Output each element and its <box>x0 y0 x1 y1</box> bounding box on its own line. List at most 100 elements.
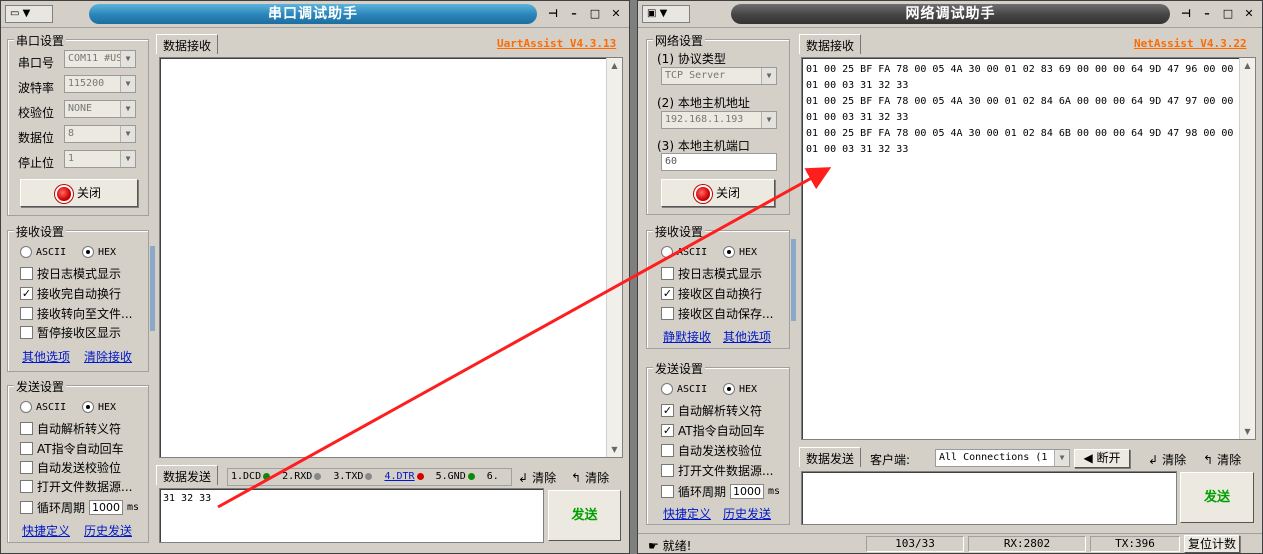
send-input[interactable]: 31 32 33 <box>159 488 544 543</box>
group-title: 接收设置 <box>653 223 706 240</box>
pin-icon[interactable]: ⊣ <box>1179 7 1193 21</box>
host-select[interactable]: 192.168.1.193 ▼ <box>661 111 777 129</box>
radio-icon <box>20 401 32 413</box>
maximize-button[interactable]: □ <box>1221 7 1235 21</box>
close-connection-button[interactable]: 关闭 <box>661 179 775 207</box>
recv-settings-group: 接收设置 ASCII HEX 按日志模式显示 ✓ 接收区自动换行 接收区自动保存.… <box>646 223 790 349</box>
clear-icon: ↲ <box>518 470 529 485</box>
send-settings-group: 发送设置 ASCII HEX ✓ 自动解析转义符 ✓ AT指令自动回车 自动发送校验… <box>646 360 790 525</box>
vertical-scrollbar[interactable]: ▲ ▼ <box>606 58 622 457</box>
send-button[interactable]: 发送 <box>1180 472 1254 523</box>
radio-icon <box>723 383 735 395</box>
send-input[interactable] <box>801 471 1177 525</box>
tab-recv[interactable]: 数据接收 <box>799 34 862 54</box>
send-option-file[interactable]: 打开文件数据源... <box>661 462 773 479</box>
baud-select[interactable]: 115200 ▼ <box>64 75 136 93</box>
recv-option-autowrap[interactable]: ✓ 接收完自动换行 <box>20 285 121 302</box>
version-label[interactable]: NetAssist V4.3.22 <box>1134 37 1247 50</box>
ascii-radio[interactable]: ASCII <box>661 383 707 395</box>
shortcut-link[interactable]: 快捷定义 <box>663 505 711 522</box>
led-icon <box>314 472 322 480</box>
status-tx: TX:396 <box>1090 536 1180 552</box>
minimize-button[interactable]: – <box>567 7 581 21</box>
port-input[interactable]: 60 <box>661 153 777 171</box>
client-select[interactable]: All Connections (1 ▼ <box>935 449 1070 467</box>
close-window-button[interactable]: ✕ <box>1242 7 1256 21</box>
send-option-escape[interactable]: 自动解析转义符 <box>20 420 121 437</box>
hex-radio[interactable]: HEX <box>723 383 757 395</box>
group-title: 网络设置 <box>653 32 706 49</box>
clear-send-button[interactable]: ↲ 清除 <box>1148 451 1186 468</box>
history-link[interactable]: 历史发送 <box>723 505 771 522</box>
status-bar: ☛ 就绪! 103/33 RX:2802 TX:396 复位计数 <box>638 533 1262 553</box>
tab-send[interactable]: 数据发送 <box>799 447 862 467</box>
maximize-button[interactable]: □ <box>588 7 602 21</box>
signal-dtr: 4.DTR <box>384 471 415 482</box>
ascii-radio[interactable]: ASCII <box>661 246 707 258</box>
minimize-button[interactable]: – <box>1200 7 1214 21</box>
host-label: (2) 本地主机地址 <box>657 96 750 110</box>
clear-all-button[interactable]: ↰ 清除 <box>1203 451 1241 468</box>
send-option-file[interactable]: 打开文件数据源... <box>20 478 132 495</box>
clear-all-button[interactable]: ↰ 清除 <box>571 469 609 486</box>
recv-option-autowrap[interactable]: ✓ 接收区自动换行 <box>661 285 762 302</box>
send-button[interactable]: 发送 <box>548 490 621 541</box>
send-option-escape[interactable]: ✓ 自动解析转义符 <box>661 402 762 419</box>
stopbits-select[interactable]: 1 ▼ <box>64 150 136 168</box>
checkbox-icon <box>661 464 674 477</box>
hex-radio[interactable]: HEX <box>723 246 757 258</box>
recv-option-log[interactable]: 按日志模式显示 <box>20 265 121 282</box>
checkbox-checked-icon: ✓ <box>661 424 674 437</box>
port-select[interactable]: COM11 #US ▼ <box>64 50 136 68</box>
reset-count-button[interactable]: 复位计数 <box>1184 535 1240 553</box>
chevron-down-icon: ▼ <box>761 68 776 84</box>
more-options-link[interactable]: 其他选项 <box>22 348 70 365</box>
recv-option-log[interactable]: 按日志模式显示 <box>661 265 762 282</box>
hex-radio[interactable]: HEX <box>82 246 116 258</box>
system-menu-button[interactable]: ▭ ▼ <box>5 5 53 23</box>
databits-select[interactable]: 8 ▼ <box>64 125 136 143</box>
clear-icon: ↰ <box>1203 452 1214 467</box>
tab-send[interactable]: 数据发送 <box>156 465 219 485</box>
uart-assist-window: ▭ ▼ 串口调试助手 ⊣ – □ ✕ 串口设置 串口号 COM11 #US ▼ 波… <box>0 0 630 554</box>
hex-radio[interactable]: HEX <box>82 401 116 413</box>
send-option-checksum[interactable]: 自动发送校验位 <box>20 459 121 476</box>
recv-option-autosave[interactable]: 接收区自动保存... <box>661 305 773 322</box>
ascii-radio[interactable]: ASCII <box>20 246 66 258</box>
clear-recv-link[interactable]: 清除接收 <box>84 348 132 365</box>
loop-interval-input[interactable]: 1000 <box>730 484 765 499</box>
client-label: 客户端: <box>870 453 911 467</box>
close-port-button[interactable]: 关闭 <box>20 179 138 207</box>
recv-option-pause[interactable]: 暂停接收区显示 <box>20 324 121 341</box>
loop-option[interactable]: 循环周期 1000 ms <box>20 499 139 516</box>
signal-rxd: 2.RXD <box>282 471 313 482</box>
led-icon <box>263 472 271 480</box>
protocol-select[interactable]: TCP Server ▼ <box>661 67 777 85</box>
version-label[interactable]: UartAssist V4.3.13 <box>497 37 616 50</box>
recv-area[interactable]: ▲ ▼ <box>159 57 623 458</box>
panel-splitter[interactable] <box>150 246 155 331</box>
panel-splitter[interactable] <box>791 239 796 321</box>
recv-area[interactable]: 01 00 25 BF FA 78 00 05 4A 30 00 01 02 8… <box>801 57 1256 440</box>
send-option-checksum[interactable]: 自动发送校验位 <box>661 442 762 459</box>
pin-icon[interactable]: ⊣ <box>546 7 560 21</box>
clear-send-button[interactable]: ↲ 清除 <box>518 469 556 486</box>
more-options-link[interactable]: 其他选项 <box>723 328 771 345</box>
ascii-radio[interactable]: ASCII <box>20 401 66 413</box>
loop-option[interactable]: 循环周期 1000 ms <box>661 483 780 500</box>
databits-label: 数据位 <box>18 131 55 145</box>
tab-recv[interactable]: 数据接收 <box>156 34 219 54</box>
history-link[interactable]: 历史发送 <box>84 522 132 539</box>
recv-option-to-file[interactable]: 接收转向至文件... <box>20 305 132 322</box>
vertical-scrollbar[interactable]: ▲ ▼ <box>1239 58 1255 439</box>
send-option-at-cr[interactable]: ✓ AT指令自动回车 <box>661 422 765 439</box>
shortcut-link[interactable]: 快捷定义 <box>22 522 70 539</box>
parity-select[interactable]: NONE ▼ <box>64 100 136 118</box>
window-title: 串口调试助手 <box>89 4 537 24</box>
send-option-at-cr[interactable]: AT指令自动回车 <box>20 440 124 457</box>
close-window-button[interactable]: ✕ <box>609 7 623 21</box>
system-menu-button[interactable]: ▣ ▼ <box>642 5 690 23</box>
silent-recv-link[interactable]: 静默接收 <box>663 328 711 345</box>
disconnect-button[interactable]: ◀ 断开 <box>1074 449 1130 468</box>
loop-interval-input[interactable]: 1000 <box>89 500 124 515</box>
